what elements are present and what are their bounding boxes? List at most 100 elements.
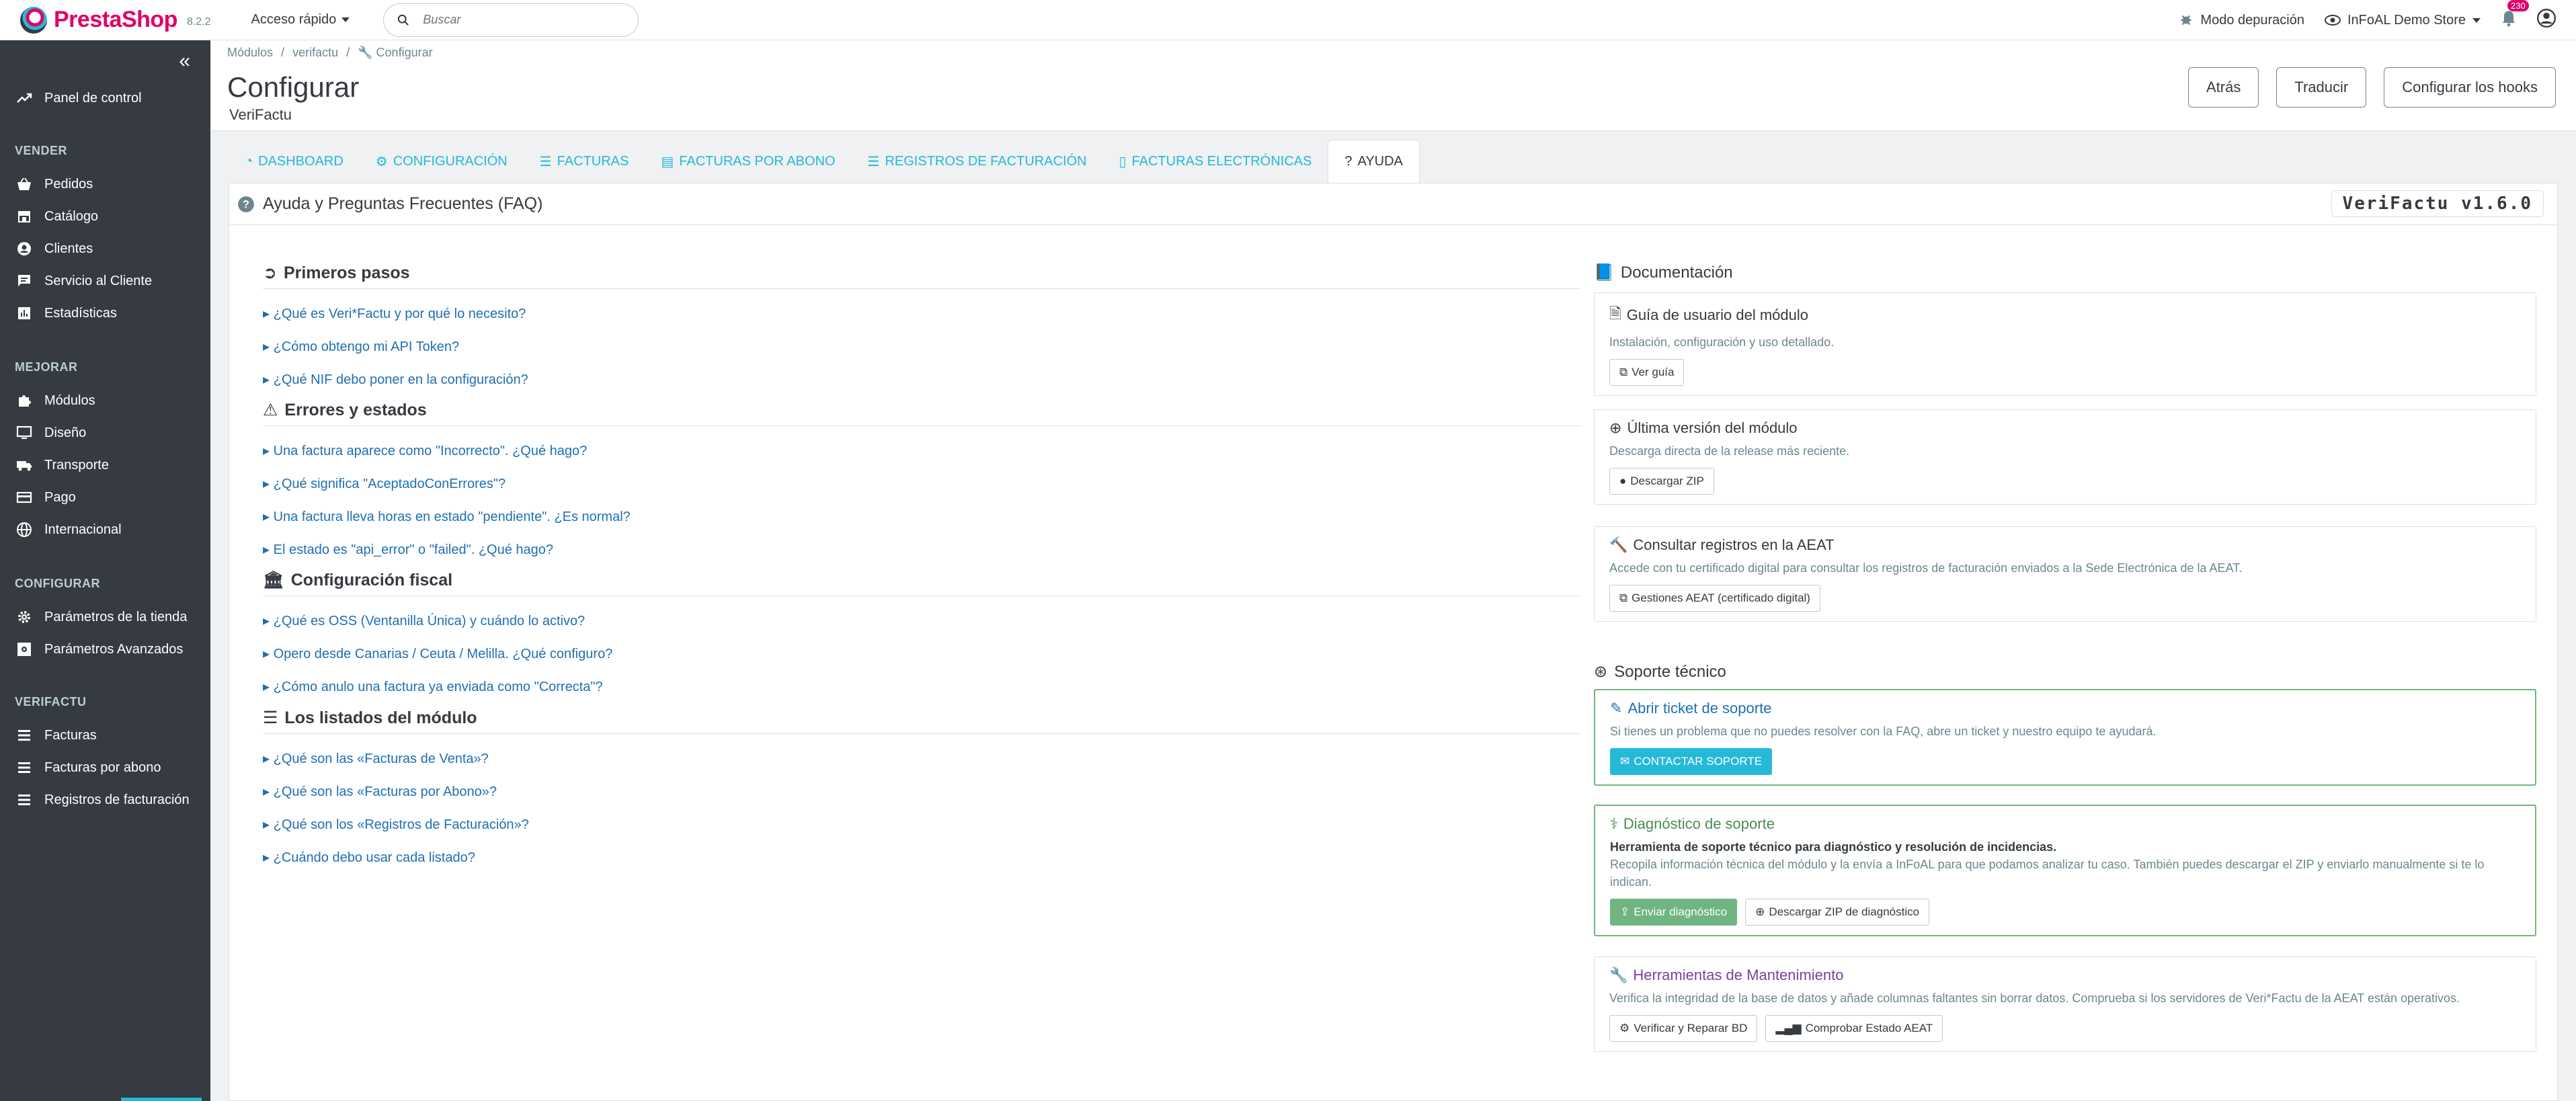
faq-question[interactable]: ▸ Opero desde Canarias / Ceuta / Melilla… <box>263 645 1580 662</box>
breadcrumb-separator: / <box>346 46 350 59</box>
card-text: Accede con tu certificado digital para c… <box>1609 561 2243 575</box>
contact-support-button[interactable]: ✉ CONTACTAR SOPORTE <box>1610 748 1773 775</box>
sidebar-item-registros-facturacion[interactable]: Registros de facturación <box>16 792 198 808</box>
cogs-icon: ⚙ <box>375 154 388 169</box>
faq-group-title: Configuración fiscal <box>290 571 453 589</box>
faq-question[interactable]: ▸ Una factura lleva horas en estado "pen… <box>263 508 1580 525</box>
user-icon <box>2537 9 2556 28</box>
search-input[interactable] <box>423 13 612 27</box>
tab-label: AYUDA <box>1357 154 1403 169</box>
sidebar-item-parametros-avanzados[interactable]: Parámetros Avanzados <box>16 641 198 657</box>
breadcrumb-verifactu[interactable]: verifactu <box>292 46 338 60</box>
sidebar-item-estadisticas[interactable]: Estadísticas <box>16 305 198 321</box>
faq-question[interactable]: ▸ ¿Qué son las «Facturas de Venta»? <box>263 750 1580 767</box>
card-actions: ⇪ Enviar diagnóstico ⊕ Descargar ZIP de di… <box>1610 899 2520 926</box>
sidebar-item-label: Diseño <box>44 425 87 440</box>
user-avatar-button[interactable] <box>2537 9 2556 32</box>
button-label: Ver guía <box>1632 366 1675 378</box>
list-icon: ☰ <box>263 708 278 727</box>
list-alt-icon: ▤ <box>661 154 674 169</box>
card-actions: ● Descargar ZIP <box>1609 468 2521 495</box>
tab-facturas[interactable]: ☰ FACTURAS <box>524 140 645 183</box>
faq-question-text: ¿Qué son las «Facturas de Venta»? <box>273 751 489 766</box>
list-icon <box>18 730 30 741</box>
aeat-certificate-button[interactable]: ⧉ Gestiones AEAT (certificado digital) <box>1609 585 1820 612</box>
card-title-text: Guía de usuario del módulo <box>1626 307 1808 323</box>
check-aeat-status-button[interactable]: ▂▄▆ Comprobar Estado AEAT <box>1765 1015 1943 1042</box>
faq-question[interactable]: ▸ ¿Qué es OSS (Ventanilla Única) y cuánd… <box>263 612 1580 629</box>
faq-question-text: ¿Qué NIF debo poner en la configuración? <box>273 372 528 387</box>
faq-group-primeros-pasos: ➲ Primeros pasos ▸ ¿Qué es Veri*Factu y p… <box>263 263 1580 388</box>
sidebar-item-clientes[interactable]: Clientes <box>16 241 198 257</box>
faq-question[interactable]: ▸ ¿Qué significa "AceptadoConErrores"? <box>263 475 1580 492</box>
download-diagnostic-zip-button[interactable]: ⊕ Descargar ZIP de diagnóstico <box>1745 899 1930 926</box>
sidebar-item-dashboard[interactable]: Panel de control <box>16 90 198 106</box>
verify-repair-db-button[interactable]: ⚙ Verificar y Reparar BD <box>1609 1015 1758 1042</box>
sidebar-item-servicio-cliente[interactable]: Servicio al Cliente <box>16 273 198 289</box>
sidebar-item-parametros-tienda[interactable]: Parámetros de la tienda <box>16 609 198 625</box>
notifications-button[interactable]: 230 <box>2501 0 2529 31</box>
top-right-actions: Modo depuración InFoAL Demo Store 230 <box>2179 0 2576 40</box>
faq-question[interactable]: ▸ ¿Cuándo debo usar cada listado? <box>263 849 1580 866</box>
tab-label: FACTURAS <box>557 153 629 169</box>
faq-question-text: El estado es "api_error" o "failed". ¿Qu… <box>273 542 554 557</box>
collapse-sidebar-icon[interactable]: « <box>179 50 190 73</box>
tab-configuracion[interactable]: ⚙ CONFIGURACIÓN <box>360 140 524 183</box>
faq-question[interactable]: ▸ ¿Cómo obtengo mi API Token? <box>263 338 1580 355</box>
faq-question[interactable]: ▸ ¿Qué es Veri*Factu y por qué lo necesi… <box>263 305 1580 322</box>
store-selector[interactable]: InFoAL Demo Store <box>2324 13 2481 28</box>
quick-access-dropdown[interactable]: Acceso rápido <box>251 12 350 28</box>
translate-button[interactable]: Traducir <box>2276 67 2367 108</box>
button-label: Comprobar Estado AEAT <box>1805 1022 1933 1034</box>
sidebar-item-catalogo[interactable]: Catálogo <box>16 208 198 225</box>
faq-question[interactable]: ▸ Una factura aparece como "Incorrecto".… <box>263 442 1580 459</box>
sidebar-item-modulos[interactable]: Módulos <box>16 393 198 409</box>
tab-dashboard[interactable]: ◔ DASHBOARD <box>229 140 360 183</box>
tab-ayuda[interactable]: ? AYUDA <box>1328 140 1420 183</box>
logo[interactable]: PrestaShop 8.2.2 <box>20 6 211 34</box>
faq-question[interactable]: ▸ ¿Cómo anulo una factura ya enviada com… <box>263 678 1580 695</box>
send-diagnostic-button[interactable]: ⇪ Enviar diagnóstico <box>1610 899 1738 926</box>
panel-title: Ayuda y Preguntas Frecuentes (FAQ) <box>263 194 543 213</box>
debug-mode-label: Modo depuración <box>2200 12 2304 28</box>
download-zip-button[interactable]: ● Descargar ZIP <box>1609 468 1714 495</box>
sidebar-item-label: Facturas por abono <box>44 760 161 775</box>
back-button[interactable]: Atrás <box>2187 67 2259 108</box>
tab-facturas-abono[interactable]: ▤ FACTURAS POR ABONO <box>645 140 851 183</box>
list-icon: ☰ <box>539 154 552 169</box>
desktop-icon <box>16 425 32 439</box>
download-circle-icon: ⊕ <box>1609 419 1622 436</box>
search-box[interactable] <box>383 3 639 37</box>
dashboard-icon: ◔ <box>245 153 253 169</box>
faq-group-title: Primeros pasos <box>283 263 410 282</box>
credit-card-icon <box>16 491 32 503</box>
faq-question[interactable]: ▸ El estado es "api_error" o "failed". ¿… <box>263 541 1580 558</box>
warning-icon: ⚠ <box>263 401 278 419</box>
svg-text:?: ? <box>243 198 249 210</box>
breadcrumb-modulos[interactable]: Módulos <box>227 46 273 60</box>
faq-group-fiscal: 🏛 Configuración fiscal ▸ ¿Qué es OSS (Ven… <box>263 571 1580 695</box>
faq-question[interactable]: ▸ ¿Qué NIF debo poner en la configuració… <box>263 371 1580 388</box>
faq-question[interactable]: ▸ ¿Qué son las «Facturas por Abono»? <box>263 783 1580 800</box>
faq-group-listados: ☰ Los listados del módulo ▸ ¿Qué son las … <box>263 708 1580 866</box>
card-title: 🔧 Herramientas de Mantenimiento <box>1609 967 2521 984</box>
debug-mode-indicator[interactable]: Modo depuración <box>2179 13 2304 28</box>
sidebar-item-facturas[interactable]: Facturas <box>16 727 198 743</box>
version-badge: VeriFactu v1.6.0 <box>2331 190 2544 217</box>
faq-question[interactable]: ▸ ¿Qué son los «Registros de Facturación… <box>263 816 1580 833</box>
upload-icon: ⇪ <box>1620 905 1630 918</box>
sidebar-item-pago[interactable]: Pago <box>16 489 198 505</box>
sidebar-item-pedidos[interactable]: Pedidos <box>16 176 198 192</box>
sidebar-item-diseno[interactable]: Diseño <box>16 425 198 441</box>
sidebar-section-verifactu: VERIFACTU <box>15 695 87 708</box>
tab-facturas-electronicas[interactable]: ▯ FACTURAS ELECTRÓNICAS <box>1103 140 1328 183</box>
sidebar-item-transporte[interactable]: Transporte <box>16 457 198 473</box>
view-guide-button[interactable]: ⧉ Ver guía <box>1609 359 1685 386</box>
tab-registros-facturacion[interactable]: ☰ REGISTROS DE FACTURACIÓN <box>852 140 1103 183</box>
configure-hooks-button[interactable]: Configurar los hooks <box>2384 67 2556 108</box>
sidebar-item-facturas-abono[interactable]: Facturas por abono <box>16 760 198 776</box>
sidebar-item-internacional[interactable]: Internacional <box>16 522 198 538</box>
tab-label: FACTURAS ELECTRÓNICAS <box>1131 153 1312 169</box>
card-user-guide: 🗎 Guía de usuario del módulo Instalación,… <box>1594 292 2536 396</box>
question-circle-icon: ? <box>1344 154 1353 169</box>
